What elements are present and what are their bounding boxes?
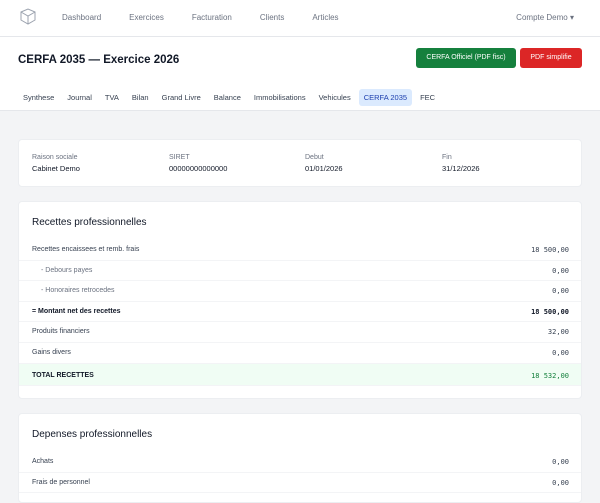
- company-info-card: Raison sociale Cabinet Demo SIRET 000000…: [18, 139, 582, 187]
- table-row: Produits financiers 32,00: [19, 322, 581, 343]
- row-value: 18 500,00: [531, 307, 569, 316]
- fin-label: Fin: [442, 154, 452, 161]
- debut-value: 01/01/2026: [305, 164, 343, 173]
- cerfa-official-pdf-button[interactable]: CERFA Officiel (PDF fisc): [416, 48, 516, 68]
- top-navigation-bar: Dashboard Exercices Facturation Clients …: [0, 0, 600, 37]
- app-logo-icon[interactable]: [18, 8, 38, 28]
- recettes-title: Recettes professionnelles: [32, 217, 147, 228]
- row-label: Produits financiers: [32, 328, 90, 336]
- row-value: 0,00: [552, 348, 569, 357]
- debut-field: Debut 01/01/2026: [305, 154, 343, 173]
- row-value: 18 532,00: [531, 371, 569, 380]
- tab-tva[interactable]: TVA: [100, 89, 124, 106]
- raison-sociale-field: Raison sociale Cabinet Demo: [32, 154, 80, 173]
- recettes-table: Recettes encaissees et remb. frais 18 50…: [19, 240, 581, 386]
- nav-item-articles[interactable]: Articles: [312, 13, 338, 22]
- tab-fec[interactable]: FEC: [415, 89, 440, 106]
- page-title: CERFA 2035 — Exercice 2026: [18, 54, 180, 66]
- tab-synthese[interactable]: Synthese: [18, 89, 59, 106]
- row-value: 0,00: [552, 458, 569, 466]
- nav-item-dashboard[interactable]: Dashboard: [62, 13, 101, 22]
- row-label: Recettes encaissees et remb. frais: [32, 246, 140, 253]
- table-row: Achats 0,00: [19, 452, 581, 473]
- table-row: Frais de personnel 0,00: [19, 473, 581, 494]
- raison-sociale-value: Cabinet Demo: [32, 164, 80, 173]
- nav-item-facturation[interactable]: Facturation: [192, 13, 232, 22]
- recettes-card: Recettes professionnelles Recettes encai…: [18, 201, 582, 399]
- nav-item-exercices[interactable]: Exercices: [129, 13, 164, 22]
- table-row: Gains divers 0,00: [19, 343, 581, 364]
- table-row: - Honoraires retrocedes 0,00: [19, 281, 581, 302]
- row-value: 32,00: [547, 328, 569, 337]
- depenses-card: Depenses professionnelles Achats 0,00 Fr…: [18, 413, 582, 503]
- account-name: Compte Demo: [516, 13, 568, 22]
- row-label: TOTAL RECETTES: [32, 371, 94, 379]
- tab-immobilisations[interactable]: Immobilisations: [249, 89, 311, 106]
- row-value: 0,00: [552, 478, 569, 487]
- tab-balance[interactable]: Balance: [209, 89, 246, 106]
- tab-journal[interactable]: Journal: [62, 89, 97, 106]
- nav-item-clients[interactable]: Clients: [260, 13, 284, 22]
- fin-value: 31/12/2026: [442, 164, 480, 173]
- raison-sociale-label: Raison sociale: [32, 154, 78, 161]
- table-row: = Montant net des recettes 18 500,00: [19, 302, 581, 323]
- row-label: = Montant net des recettes: [32, 307, 121, 315]
- tab-grand-livre[interactable]: Grand Livre: [157, 89, 206, 106]
- row-label: - Honoraires retrocedes: [41, 287, 115, 295]
- siret-label: SIRET: [169, 154, 190, 161]
- fin-field: Fin 31/12/2026: [442, 154, 480, 173]
- row-label: - Debours payes: [41, 266, 93, 274]
- row-value: 18 500,00: [531, 246, 569, 254]
- chevron-down-icon: ▾: [569, 13, 574, 22]
- tab-bilan[interactable]: Bilan: [127, 89, 154, 106]
- tab-cerfa-2035[interactable]: CERFA 2035: [358, 89, 413, 106]
- siret-value: 00000000000000: [169, 164, 228, 173]
- row-value: 0,00: [552, 266, 569, 275]
- pdf-simplified-button[interactable]: PDF simplifie: [520, 48, 582, 68]
- depenses-table: Achats 0,00 Frais de personnel 0,00: [19, 452, 581, 494]
- report-tabs: Synthese Journal TVA Bilan Grand Livre B…: [18, 89, 443, 106]
- main-nav: Dashboard Exercices Facturation Clients …: [62, 13, 367, 22]
- row-label: Gains divers: [32, 348, 71, 356]
- row-value: 0,00: [552, 287, 569, 296]
- page-header: CERFA 2035 — Exercice 2026 CERFA Officie…: [0, 37, 600, 111]
- account-menu[interactable]: Compte Demo ▾: [516, 13, 574, 22]
- table-row: Recettes encaissees et remb. frais 18 50…: [19, 240, 581, 261]
- siret-field: SIRET 00000000000000: [169, 154, 227, 173]
- debut-label: Debut: [305, 154, 324, 161]
- table-row: - Debours payes 0,00: [19, 261, 581, 282]
- row-label: Achats: [32, 458, 54, 465]
- depenses-title: Depenses professionnelles: [32, 429, 153, 440]
- total-row: TOTAL RECETTES 18 532,00: [19, 363, 581, 386]
- tab-vehicules[interactable]: Vehicules: [314, 89, 356, 106]
- row-label: Frais de personnel: [32, 478, 90, 486]
